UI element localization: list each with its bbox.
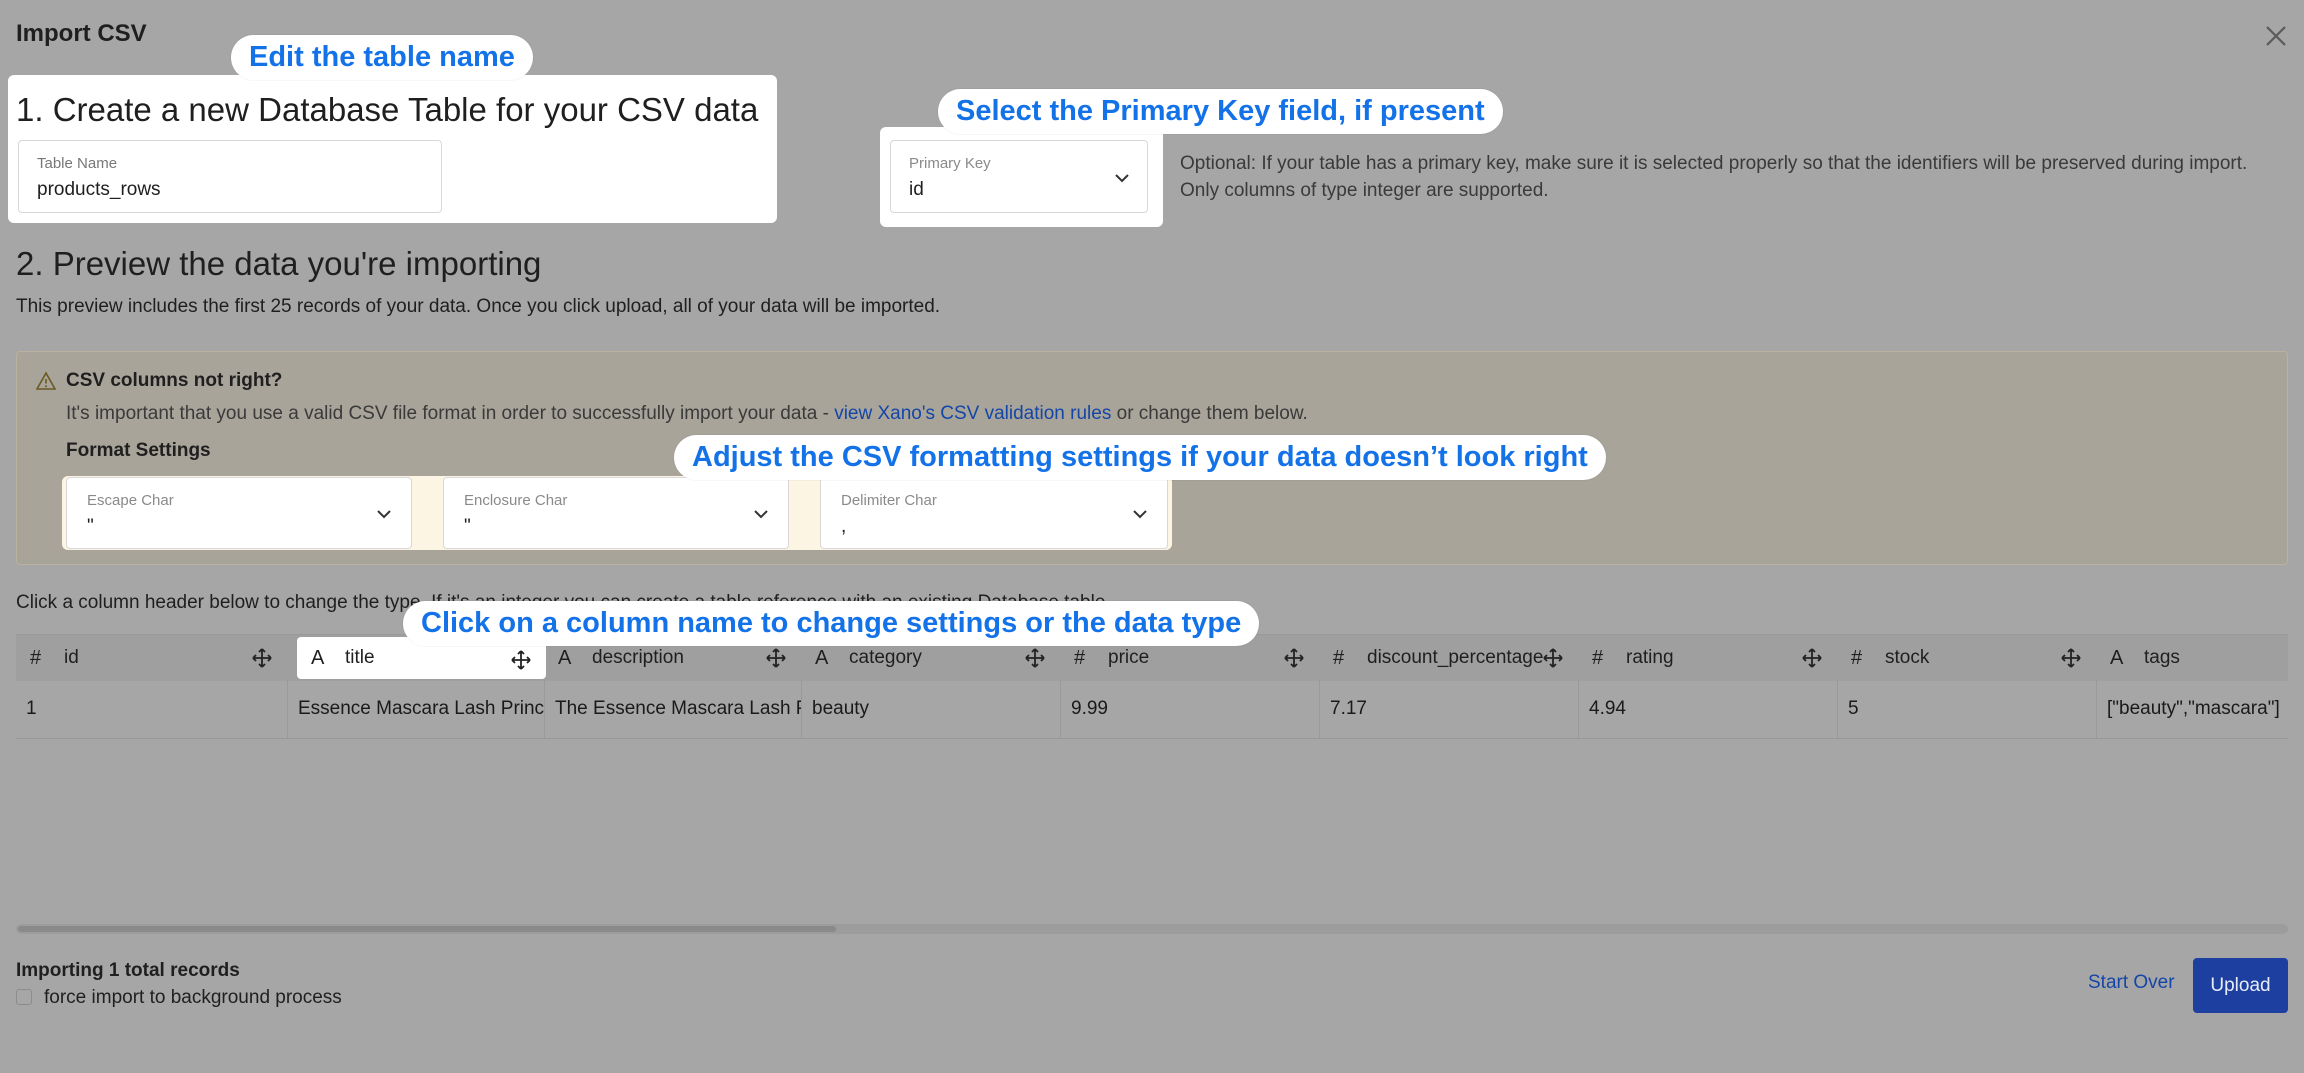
warning-text: It's important that you use a valid CSV … (66, 403, 1308, 425)
table-name-label: Table Name (37, 155, 118, 172)
column-name: category (849, 647, 922, 668)
escape-char-label: Escape Char (87, 492, 174, 509)
integer-type-icon: # (1074, 646, 1086, 669)
warning-title: CSV columns not right? (66, 370, 283, 391)
callout-table-name: Edit the table name (231, 35, 533, 80)
integer-type-icon: # (1851, 646, 1863, 669)
warning-text-after: or change them below. (1111, 403, 1308, 424)
escape-char-value: " (87, 516, 94, 537)
integer-type-icon: # (1333, 646, 1345, 669)
enclosure-char-select[interactable]: Enclosure Char " (443, 477, 789, 549)
enclosure-char-value: " (464, 516, 471, 537)
table-cell: beauty (801, 680, 1060, 738)
column-name: tags (2144, 647, 2180, 668)
callout-csv-format: Adjust the CSV formatting settings if yo… (674, 435, 1606, 480)
column-name: description (592, 647, 684, 668)
dialog-title: Import CSV (16, 20, 147, 47)
start-over-button[interactable]: Start Over (2088, 972, 2175, 994)
delimiter-char-value: , (841, 516, 847, 537)
table-cell: The Essence Mascara Lash Princess (544, 680, 801, 738)
move-column-icon[interactable] (1801, 647, 1823, 669)
move-column-icon[interactable] (2060, 647, 2082, 669)
enclosure-char-label: Enclosure Char (464, 492, 568, 509)
table-name-field[interactable]: Table Name products_rows (18, 140, 442, 213)
table-cell: 7.17 (1319, 680, 1578, 738)
step2-heading: 2. Preview the data you're importing (16, 245, 542, 282)
table-cell: ["beauty","mascara"] (2096, 680, 2288, 738)
primary-key-value: id (909, 179, 924, 200)
table-cell: Essence Mascara Lash Princess (287, 680, 544, 738)
warning-triangle-icon (36, 371, 56, 390)
text-type-icon: A (2110, 646, 2124, 669)
table-cell: 1 (26, 698, 37, 719)
column-name: price (1108, 647, 1150, 668)
step1-heading: 1. Create a new Database Table for your … (16, 91, 759, 128)
integer-type-icon: # (30, 646, 42, 669)
primary-key-label: Primary Key (909, 155, 991, 172)
delimiter-char-label: Delimiter Char (841, 492, 937, 509)
chevron-down-icon (377, 510, 391, 519)
column-header-id[interactable]: # id (16, 635, 287, 681)
text-type-icon: A (558, 646, 572, 669)
scrollbar-thumb[interactable] (18, 926, 836, 932)
escape-char-select[interactable]: Escape Char " (66, 477, 412, 549)
table-row: 1 Essence Mascara Lash PrincessThe Essenc… (16, 680, 2288, 739)
table-cell: 4.94 (1578, 680, 1837, 738)
chevron-down-icon (754, 510, 768, 519)
move-column-icon[interactable] (251, 647, 273, 669)
integer-type-icon: # (1592, 646, 1604, 669)
column-header-stock[interactable]: # stock (1837, 635, 2096, 681)
move-column-icon[interactable] (1024, 647, 1046, 669)
move-column-icon[interactable] (765, 647, 787, 669)
chevron-down-icon (1115, 174, 1129, 183)
column-name: stock (1885, 647, 1930, 668)
table-cell: 5 (1837, 680, 2096, 738)
import-record-count: Importing 1 total records (16, 960, 240, 981)
format-settings-heading: Format Settings (66, 440, 211, 461)
column-name: discount_percentage (1367, 647, 1544, 668)
background-import-checkbox[interactable] (16, 989, 32, 1005)
column-name: rating (1626, 647, 1674, 668)
table-cell: 9.99 (1060, 680, 1319, 738)
text-type-icon: A (815, 646, 829, 669)
upload-button[interactable]: Upload (2193, 958, 2288, 1013)
callout-primary-key: Select the Primary Key field, if present (938, 89, 1503, 134)
warning-text-before: It's important that you use a valid CSV … (66, 403, 835, 424)
move-column-icon[interactable] (1542, 647, 1564, 669)
primary-key-note-line1: Optional: If your table has a primary ke… (1180, 153, 2248, 174)
callout-column-name: Click on a column name to change setting… (403, 601, 1260, 646)
column-header-rating[interactable]: # rating (1578, 635, 1837, 681)
text-type-icon: A (311, 646, 325, 669)
move-column-icon[interactable] (1283, 647, 1305, 669)
background-import-label: force import to background process (44, 987, 342, 1008)
step2-description: This preview includes the first 25 recor… (16, 296, 941, 317)
primary-key-select[interactable]: Primary Key id (890, 140, 1148, 213)
delimiter-char-select[interactable]: Delimiter Char , (820, 477, 1168, 549)
column-header-discount-percentage[interactable]: # discount_percentage (1319, 635, 1578, 681)
move-column-icon[interactable] (510, 649, 532, 671)
column-name: id (64, 647, 79, 668)
chevron-down-icon (1133, 510, 1147, 519)
csv-validation-link[interactable]: view Xano's CSV validation rules (834, 403, 1111, 424)
column-name: title (345, 647, 375, 668)
table-name-input[interactable]: products_rows (37, 179, 161, 201)
column-header-tags[interactable]: Atags (2096, 635, 2288, 681)
close-icon[interactable] (2262, 22, 2290, 50)
primary-key-note-line2: Only columns of type integer are support… (1180, 180, 1549, 201)
